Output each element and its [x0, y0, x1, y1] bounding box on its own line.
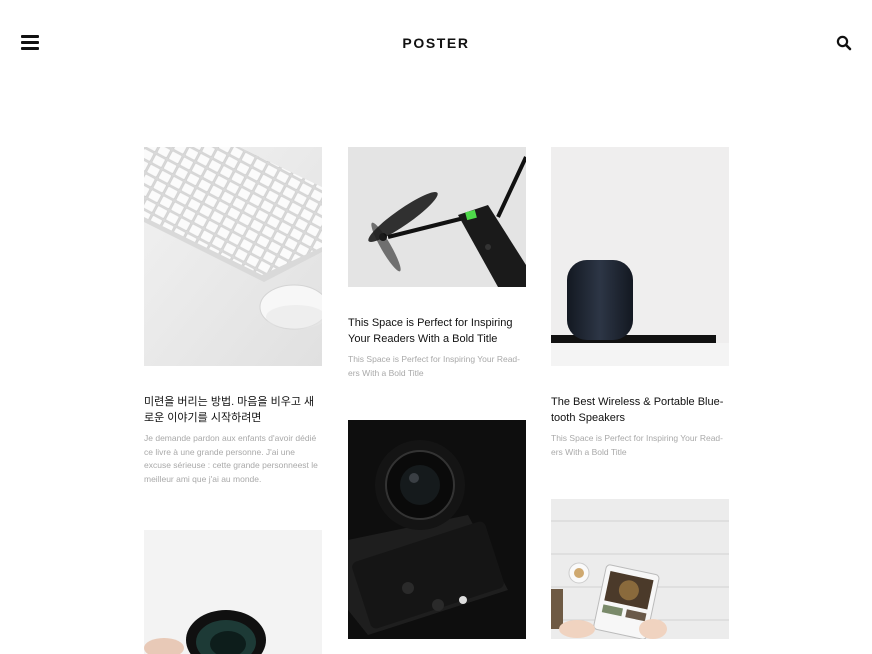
post-excerpt: This Space is Perfect for Inspiring Your… [348, 354, 520, 378]
post-card [348, 420, 526, 639]
post-thumbnail[interactable] [551, 147, 729, 366]
post-thumbnail[interactable] [348, 420, 526, 639]
post-thumbnail[interactable] [144, 147, 322, 366]
site-header: POSTER [0, 0, 872, 86]
search-button[interactable] [836, 35, 852, 51]
post-title[interactable]: This Space is Perfect for Inspiring Your… [348, 315, 526, 347]
post-thumbnail[interactable] [348, 147, 526, 287]
keyboard-and-mouse-photo [144, 147, 322, 366]
post-title[interactable]: The Best Wireless & Portable Blue- tooth… [551, 394, 729, 426]
post-excerpt: This Space is Perfect for Inspiring Your… [551, 433, 723, 457]
post-card [551, 499, 729, 639]
post-card: 미련을 버리는 방법. 마음을 비우고 새로운 이야기를 시작하려면 Je de… [144, 147, 322, 486]
post-card [144, 530, 322, 654]
camera-lens-photo [144, 530, 322, 654]
tablet-on-table-photo [551, 499, 729, 639]
drone-photo [348, 147, 526, 287]
post-card: This Space is Perfect for Inspiring Your… [348, 147, 526, 380]
post-excerpt: Je demande pardon aux enfants d'avoir dé… [144, 433, 318, 484]
smart-speaker-photo [551, 147, 729, 366]
black-camera-photo [348, 420, 526, 639]
post-thumbnail[interactable] [144, 530, 322, 654]
search-icon [836, 35, 852, 51]
post-thumbnail[interactable] [551, 499, 729, 639]
post-card: The Best Wireless & Portable Blue- tooth… [551, 147, 729, 459]
post-title[interactable]: 미련을 버리는 방법. 마음을 비우고 새로운 이야기를 시작하려면 [144, 394, 322, 426]
site-title[interactable]: POSTER [0, 35, 872, 51]
